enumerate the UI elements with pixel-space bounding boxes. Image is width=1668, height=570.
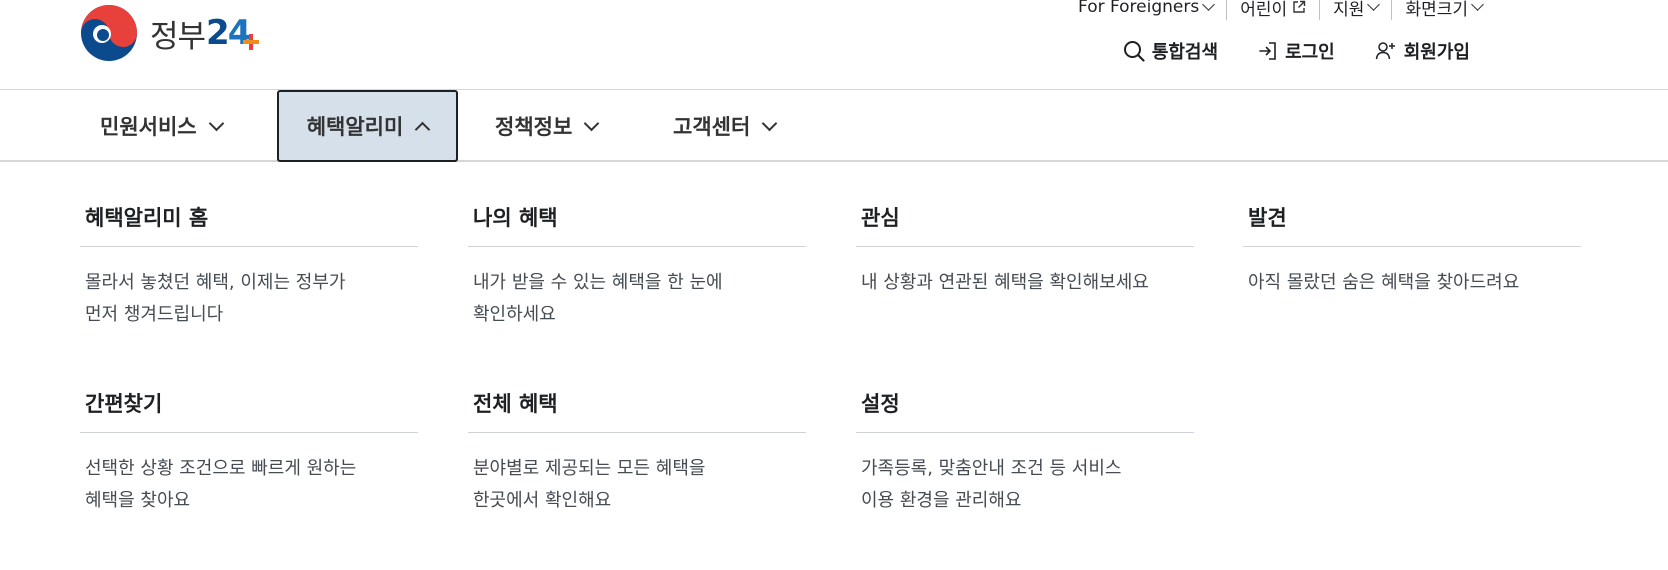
gnb-item-customer-center[interactable]: 고객센터	[673, 90, 778, 162]
submenu-link-interest[interactable]: 관심	[856, 202, 1194, 247]
submenu-card: 설정 가족등록, 맞춤안내 조건 등 서비스 이용 환경을 관리해요	[856, 388, 1194, 517]
desc-line: 선택한 상황 조건으로 빠르게 원하는	[85, 458, 357, 479]
chevron-up-icon	[415, 121, 431, 137]
submenu-description: 선택한 상황 조건으로 빠르게 원하는 혜택을 찾아요	[80, 433, 418, 517]
submenu-description: 아직 몰랐던 숨은 혜택을 찾아드려요	[1243, 247, 1581, 299]
desc-line: 분야별로 제공되는 모든 혜택을	[473, 458, 706, 479]
desc-line: 먼저 챙겨드립니다	[85, 304, 224, 325]
gnb-label: 정책정보	[495, 115, 573, 139]
add-user-icon	[1375, 42, 1395, 60]
submenu-card: 간편찾기 선택한 상황 조건으로 빠르게 원하는 혜택을 찾아요	[80, 388, 418, 517]
site-header: 정부 24 For Foreigners 어린이 지원 화면크기 통합검색 로그…	[0, 0, 1668, 90]
submenu-link-settings[interactable]: 설정	[856, 388, 1194, 433]
logo-digit-2: 2	[206, 13, 230, 53]
screen-size-label: 화면크기	[1405, 0, 1468, 20]
main-navigation: 민원서비스 혜택알리미 정책정보 고객센터	[0, 90, 1668, 162]
search-label: 통합검색	[1151, 42, 1219, 63]
logo-plus-icon	[243, 34, 260, 50]
signup-button[interactable]: 회원가입	[1375, 38, 1470, 64]
desc-line: 몰라서 놓쳤던 혜택, 이제는 정부가	[85, 272, 346, 293]
submenu-card: 발견 아직 몰랐던 숨은 혜택을 찾아드려요	[1243, 202, 1581, 299]
login-button[interactable]: 로그인	[1258, 38, 1335, 64]
logo-wordmark: 정부	[150, 18, 206, 55]
gov24-logo-link[interactable]: 정부 24	[80, 4, 260, 62]
desc-line: 확인하세요	[473, 304, 556, 325]
external-link-icon	[1293, 0, 1306, 13]
support-dropdown[interactable]: 지원	[1319, 0, 1391, 20]
utility-menu: For Foreigners 어린이 지원 화면크기	[1065, 0, 1484, 20]
submenu-card: 전체 혜택 분야별로 제공되는 모든 혜택을 한곳에서 확인해요	[468, 388, 806, 517]
gnb-label: 민원서비스	[100, 115, 197, 139]
submenu-description: 내가 받을 수 있는 혜택을 한 눈에 확인하세요	[468, 247, 806, 331]
desc-line: 한곳에서 확인해요	[473, 490, 612, 511]
support-label: 지원	[1333, 0, 1365, 20]
desc-line: 혜택을 찾아요	[85, 490, 191, 511]
chevron-down-icon	[1367, 0, 1381, 11]
desc-line: 아직 몰랐던 숨은 혜택을 찾아드려요	[1248, 272, 1520, 293]
for-foreigners-label: For Foreigners	[1078, 0, 1200, 17]
submenu-link-quick-search[interactable]: 간편찾기	[80, 388, 418, 433]
submenu-description: 가족등록, 맞춤안내 조건 등 서비스 이용 환경을 관리해요	[856, 433, 1194, 517]
desc-line: 내 상황과 연관된 혜택을 확인해보세요	[861, 272, 1149, 293]
gnb-label: 고객센터	[673, 115, 751, 139]
submenu-card: 혜택알리미 홈 몰라서 놓쳤던 혜택, 이제는 정부가 먼저 챙겨드립니다	[80, 202, 418, 331]
chevron-down-icon	[1202, 0, 1216, 11]
logo-number: 24	[206, 13, 260, 53]
chevron-down-icon	[762, 115, 778, 131]
header-actions: 통합검색 로그인 회원가입	[1123, 38, 1470, 64]
login-label: 로그인	[1285, 42, 1335, 63]
chevron-down-icon	[208, 115, 224, 131]
screen-size-dropdown[interactable]: 화면크기	[1391, 0, 1484, 20]
gnb-item-benefit-alert[interactable]: 혜택알리미	[277, 90, 458, 162]
search-icon	[1123, 41, 1145, 62]
kids-label: 어린이	[1240, 0, 1288, 20]
kids-link[interactable]: 어린이	[1226, 0, 1319, 20]
desc-line: 가족등록, 맞춤안내 조건 등 서비스	[861, 458, 1122, 479]
taegeuk-logo-icon	[81, 5, 137, 61]
submenu-description: 내 상황과 연관된 혜택을 확인해보세요	[856, 247, 1194, 299]
gnb-item-civil-services[interactable]: 민원서비스	[100, 90, 224, 162]
submenu-card: 나의 혜택 내가 받을 수 있는 혜택을 한 눈에 확인하세요	[468, 202, 806, 331]
submenu-card: 관심 내 상황과 연관된 혜택을 확인해보세요	[856, 202, 1194, 299]
submenu-link-all-benefits[interactable]: 전체 혜택	[468, 388, 806, 433]
desc-line: 내가 받을 수 있는 혜택을 한 눈에	[473, 272, 723, 293]
submenu-link-my-benefits[interactable]: 나의 혜택	[468, 202, 806, 247]
gnb-label: 혜택알리미	[306, 115, 404, 139]
gnb-item-policy-info[interactable]: 정책정보	[495, 90, 600, 162]
submenu-description: 몰라서 놓쳤던 혜택, 이제는 정부가 먼저 챙겨드립니다	[80, 247, 418, 331]
chevron-down-icon	[584, 115, 600, 131]
desc-line: 이용 환경을 관리해요	[861, 490, 1022, 511]
submenu-link-benefit-home[interactable]: 혜택알리미 홈	[80, 202, 418, 247]
for-foreigners-dropdown[interactable]: For Foreigners	[1065, 0, 1226, 17]
login-icon	[1259, 42, 1276, 60]
submenu-description: 분야별로 제공되는 모든 혜택을 한곳에서 확인해요	[468, 433, 806, 517]
signup-label: 회원가입	[1403, 42, 1470, 63]
chevron-down-icon	[1471, 0, 1484, 11]
submenu-link-discover[interactable]: 발견	[1243, 202, 1581, 247]
search-button[interactable]: 통합검색	[1123, 38, 1218, 64]
